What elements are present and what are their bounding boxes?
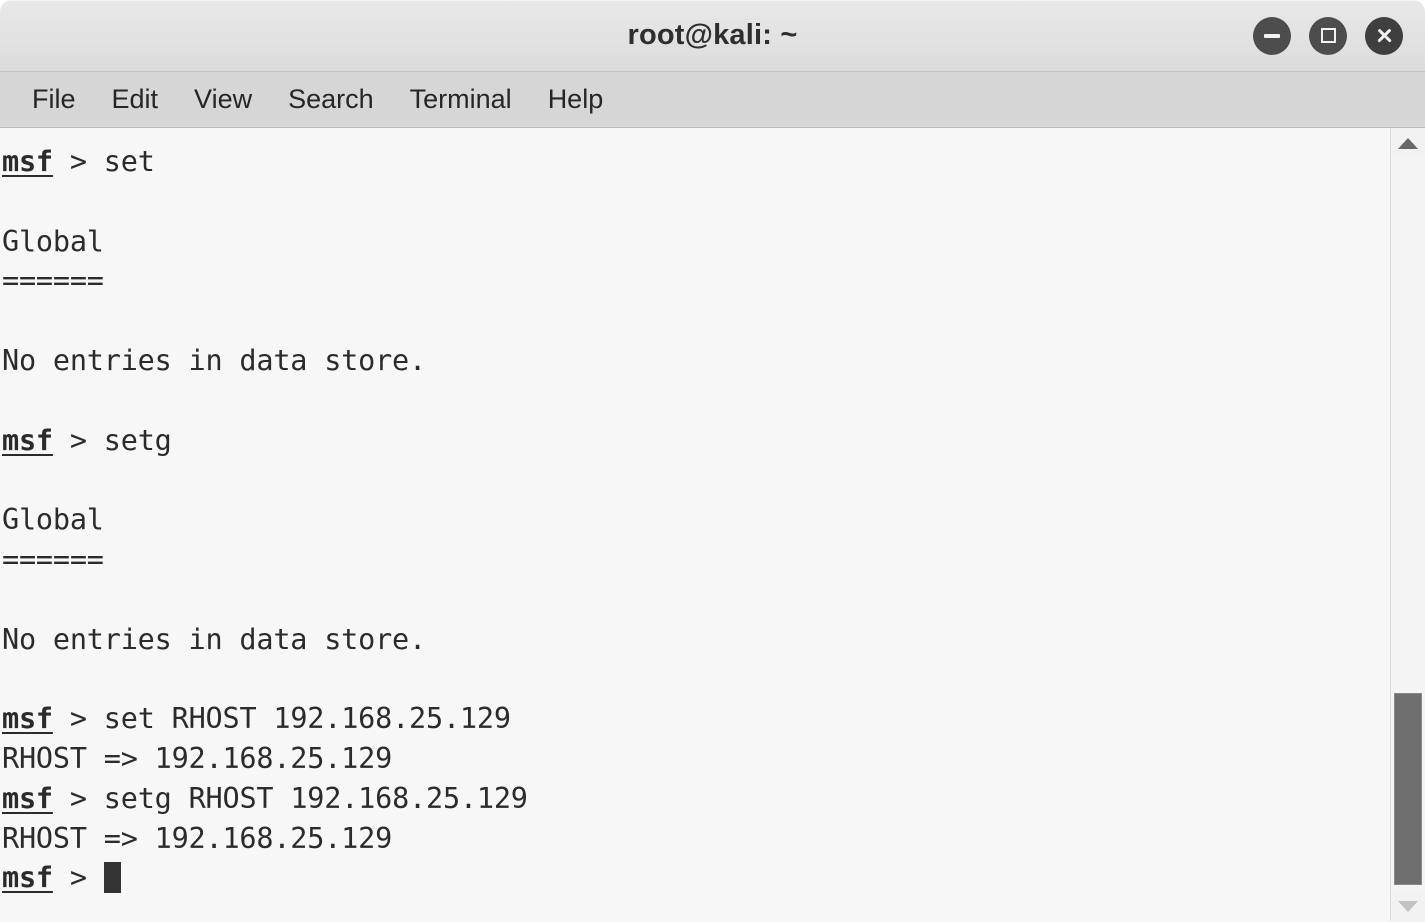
close-icon [1376, 27, 1393, 44]
terminal-output-line: No entries in data store. [2, 343, 426, 377]
prompt-symbol: > [52, 861, 104, 895]
terminal-output-line: RHOST => 192.168.25.129 [2, 741, 393, 775]
prompt-command: set [103, 145, 155, 178]
scrollbar-thumb[interactable] [1394, 693, 1422, 885]
prompt-host: msf [2, 423, 53, 457]
prompt-host: msf [2, 702, 53, 736]
terminal-output-line: No entries in data store. [2, 622, 426, 656]
scroll-up-arrow-icon[interactable] [1391, 130, 1425, 156]
menubar: File Edit View Search Terminal Help [0, 72, 1425, 128]
window-controls [1253, 16, 1403, 55]
terminal-line: msf > [2, 858, 1390, 898]
terminal-output-line: Global [2, 503, 104, 537]
menu-item-help[interactable]: Help [530, 80, 622, 119]
prompt-symbol: > [52, 702, 104, 736]
scroll-down-arrow-icon[interactable] [1391, 893, 1425, 919]
terminal-output[interactable]: msf > set Global ====== No entries in data … [0, 128, 1390, 921]
text-cursor [103, 862, 121, 894]
prompt-command: set RHOST 192.168.25.129 [103, 702, 511, 736]
terminal-output-line: ====== [2, 542, 104, 576]
minimize-icon [1264, 33, 1280, 38]
terminal-line: msf > set RHOST 192.168.25.129 [2, 699, 1390, 739]
terminal-output-line: RHOST => 192.168.25.129 [2, 821, 393, 855]
menu-item-search[interactable]: Search [270, 80, 392, 119]
terminal-output-line: Global [2, 224, 104, 258]
prompt-command: setg RHOST 192.168.25.129 [103, 781, 528, 815]
minimize-button[interactable] [1253, 16, 1291, 55]
terminal-output-line: ====== [2, 264, 104, 298]
menu-item-view[interactable]: View [176, 80, 270, 119]
window-title: root@kali: ~ [627, 19, 798, 51]
maximize-button[interactable] [1309, 16, 1347, 55]
terminal-line: msf > setg RHOST 192.168.25.129 [2, 779, 1390, 819]
terminal-body: msf > set Global ====== No entries in data … [0, 128, 1425, 921]
prompt-symbol: > [52, 145, 104, 178]
terminal-window: root@kali: ~ File Edit View Search Termi… [0, 0, 1425, 922]
menu-item-terminal[interactable]: Terminal [392, 80, 530, 119]
prompt-host: msf [2, 145, 53, 178]
prompt-symbol: > [52, 781, 104, 815]
menu-item-edit[interactable]: Edit [94, 80, 177, 119]
maximize-icon [1320, 28, 1336, 43]
terminal-line: msf > set [2, 142, 1390, 182]
window-titlebar[interactable]: root@kali: ~ [0, 0, 1425, 72]
menu-item-file[interactable]: File [14, 80, 94, 119]
terminal-scrollbar[interactable] [1390, 128, 1425, 921]
scrollbar-track[interactable] [1391, 156, 1425, 893]
prompt-symbol: > [52, 423, 104, 457]
prompt-command: setg [103, 423, 172, 457]
prompt-host: msf [2, 781, 53, 815]
terminal-line: msf > setg [2, 421, 1390, 461]
prompt-host: msf [2, 861, 53, 895]
close-button[interactable] [1365, 16, 1403, 55]
